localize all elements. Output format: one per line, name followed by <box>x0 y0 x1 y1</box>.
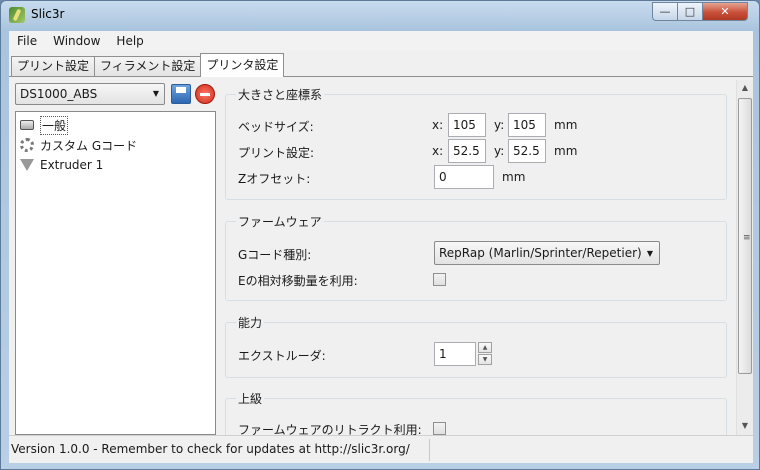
chevron-down-icon: ▼ <box>646 249 653 258</box>
print-center-unit: mm <box>554 144 578 158</box>
settings-page-tree: 一般 カスタム Gコード Extruder 1 <box>15 111 216 435</box>
grip-icon: ≡ <box>743 233 751 243</box>
group-title: 大きさと座標系 <box>236 86 325 103</box>
menu-window[interactable]: Window <box>45 34 108 48</box>
bed-size-y-field[interactable]: 105 <box>508 113 546 137</box>
tree-item-custom-gcode[interactable]: カスタム Gコード <box>20 136 137 154</box>
slic3r-app-icon <box>9 7 25 23</box>
group-title: ファームウェア <box>236 213 324 230</box>
print-center-y-field[interactable]: 52.5 <box>508 139 546 163</box>
relative-e-label: Eの相対移動量を利用: <box>238 274 358 288</box>
menu-file[interactable]: File <box>9 34 45 48</box>
title-bar[interactable]: Slic3r — □ ✕ <box>1 1 759 29</box>
bed-y-label: y: <box>494 118 505 132</box>
status-divider <box>429 439 430 461</box>
z-offset-field[interactable]: 0 <box>434 165 494 189</box>
print-center-label: プリント設定: <box>238 146 315 160</box>
delete-preset-button[interactable] <box>195 84 215 104</box>
bed-size-unit: mm <box>554 118 578 132</box>
extruders-field[interactable]: 1 <box>434 342 476 366</box>
close-button[interactable]: ✕ <box>702 2 748 21</box>
tree-item-general[interactable]: 一般 <box>20 115 69 135</box>
tree-item-label: カスタム Gコード <box>40 138 138 153</box>
firmware-retract-label: ファームウェアのリトラクト利用: <box>238 423 422 435</box>
menu-help[interactable]: Help <box>108 34 151 48</box>
tab-printer-settings[interactable]: プリンタ設定 <box>200 53 285 77</box>
spin-down-button[interactable]: ▼ <box>478 354 492 365</box>
filter-icon <box>20 159 34 171</box>
group-capabilities: 能力 エクストルーダ: 1 ▲ ▼ <box>225 314 727 378</box>
preset-dropdown-value: DS1000_ABS <box>20 87 98 101</box>
bed-size-x-field[interactable]: 105 <box>448 113 486 137</box>
bed-x-label: x: <box>432 118 444 132</box>
center-x-label: x: <box>432 144 444 158</box>
group-firmware: ファームウェア Gコード種別: RepRap (Marlin/Sprinter/… <box>225 213 727 301</box>
tree-item-extruder-1[interactable]: Extruder 1 <box>20 156 103 174</box>
relative-e-checkbox[interactable] <box>433 273 446 286</box>
printer-icon <box>20 120 34 130</box>
window-title: Slic3r <box>31 7 65 21</box>
z-offset-label: Zオフセット: <box>238 172 311 186</box>
bed-size-label: ベッドサイズ: <box>238 120 314 134</box>
app-window: Slic3r — □ ✕ File Window Help プリント設定 フィラ… <box>0 0 760 470</box>
gear-icon <box>20 138 34 152</box>
chevron-down-icon: ▼ <box>152 89 159 98</box>
z-offset-unit: mm <box>502 170 526 184</box>
scroll-up-icon[interactable]: ▲ <box>737 80 753 96</box>
client-area: プリント設定 フィラメント設定 プリンタ設定 DS1000_ABS ▼ 一般 カ… <box>9 51 753 463</box>
preset-dropdown[interactable]: DS1000_ABS ▼ <box>15 83 165 105</box>
center-y-label: y: <box>494 144 505 158</box>
group-advanced: 上級 ファームウェアのリトラクト利用: <box>225 390 727 435</box>
group-title: 能力 <box>236 314 265 331</box>
tab-print-settings[interactable]: プリント設定 <box>11 56 96 77</box>
group-size-coordinates: 大きさと座標系 ベッドサイズ: x: 105 y: 105 mm プリント設定:… <box>225 86 727 200</box>
tab-strip: プリント設定 フィラメント設定 プリンタ設定 <box>11 53 285 77</box>
group-title: 上級 <box>236 390 265 407</box>
settings-panel: 大きさと座標系 ベッドサイズ: x: 105 y: 105 mm プリント設定:… <box>225 80 737 435</box>
save-preset-button[interactable] <box>171 84 191 104</box>
extruders-label: エクストルーダ: <box>238 349 326 363</box>
tree-item-label: Extruder 1 <box>40 158 104 172</box>
vertical-scrollbar[interactable]: ▲ ≡ ▼ <box>736 80 753 435</box>
maximize-button[interactable]: □ <box>677 2 703 21</box>
status-bar: Version 1.0.0 - Remember to check for up… <box>9 435 753 463</box>
tree-item-label: 一般 <box>40 115 69 135</box>
print-center-x-field[interactable]: 52.5 <box>448 139 486 163</box>
gcode-flavor-value: RepRap (Marlin/Sprinter/Repetier) <box>439 246 642 260</box>
tab-filament-settings[interactable]: フィラメント設定 <box>94 56 202 77</box>
firmware-retract-checkbox[interactable] <box>433 422 446 435</box>
gcode-flavor-label: Gコード種別: <box>238 248 312 262</box>
menu-bar: File Window Help <box>9 31 753 51</box>
gcode-flavor-dropdown[interactable]: RepRap (Marlin/Sprinter/Repetier) ▼ <box>434 241 660 265</box>
status-text: Version 1.0.0 - Remember to check for up… <box>11 442 410 456</box>
minimize-button[interactable]: — <box>652 2 678 21</box>
spin-up-button[interactable]: ▲ <box>478 342 492 353</box>
scroll-thumb[interactable]: ≡ <box>738 98 752 374</box>
scroll-down-icon[interactable]: ▼ <box>737 418 753 434</box>
extruders-spinner: ▲ ▼ <box>478 342 494 366</box>
